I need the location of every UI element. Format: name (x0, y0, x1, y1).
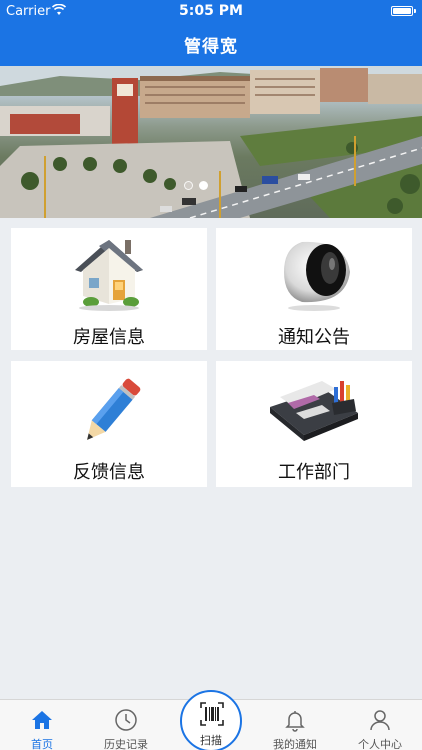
tile-feedback[interactable]: 反馈信息 (11, 361, 207, 487)
scan-button[interactable]: 扫描 (180, 690, 242, 750)
battery-icon (391, 6, 416, 16)
pencil-icon (87, 378, 141, 440)
scan-label: 扫描 (200, 734, 222, 747)
tile-work-department[interactable]: 工作部门 (216, 361, 412, 487)
banner-carousel[interactable] (0, 66, 422, 218)
desk-organizer-icon (270, 381, 358, 441)
speaker-icon (284, 241, 350, 311)
tab-home[interactable]: 首页 (0, 700, 84, 750)
app-header: Carrier 5:05 PM 管得宽 (0, 0, 422, 66)
tab-label: 历史记录 (104, 738, 148, 750)
carousel-dots (184, 181, 208, 190)
tile-label: 通知公告 (278, 327, 350, 348)
clock-icon (115, 709, 137, 731)
status-time: 5:05 PM (179, 3, 243, 19)
house-icon (75, 240, 143, 311)
banner-image (0, 66, 422, 218)
user-icon (370, 710, 390, 731)
tile-label: 反馈信息 (73, 462, 145, 483)
tab-label: 我的通知 (273, 738, 317, 750)
status-bar: Carrier 5:05 PM (0, 0, 422, 22)
tab-profile[interactable]: 个人中心 (338, 700, 422, 750)
home-icon (32, 711, 52, 729)
tile-housing-info[interactable]: 房屋信息 (11, 228, 207, 350)
barcode-scan-icon (200, 702, 224, 726)
tab-notifications[interactable]: 我的通知 (253, 700, 337, 750)
tile-notice[interactable]: 通知公告 (216, 228, 412, 350)
carousel-dot[interactable] (184, 181, 193, 190)
page-title: 管得宽 (184, 37, 238, 57)
carousel-dot-active[interactable] (199, 181, 208, 190)
tab-label: 个人中心 (358, 738, 402, 750)
tab-history[interactable]: 历史记录 (84, 700, 168, 750)
tile-label: 房屋信息 (73, 327, 145, 348)
tab-label: 首页 (31, 738, 53, 750)
tile-label: 工作部门 (278, 462, 350, 483)
bell-icon (285, 711, 305, 732)
